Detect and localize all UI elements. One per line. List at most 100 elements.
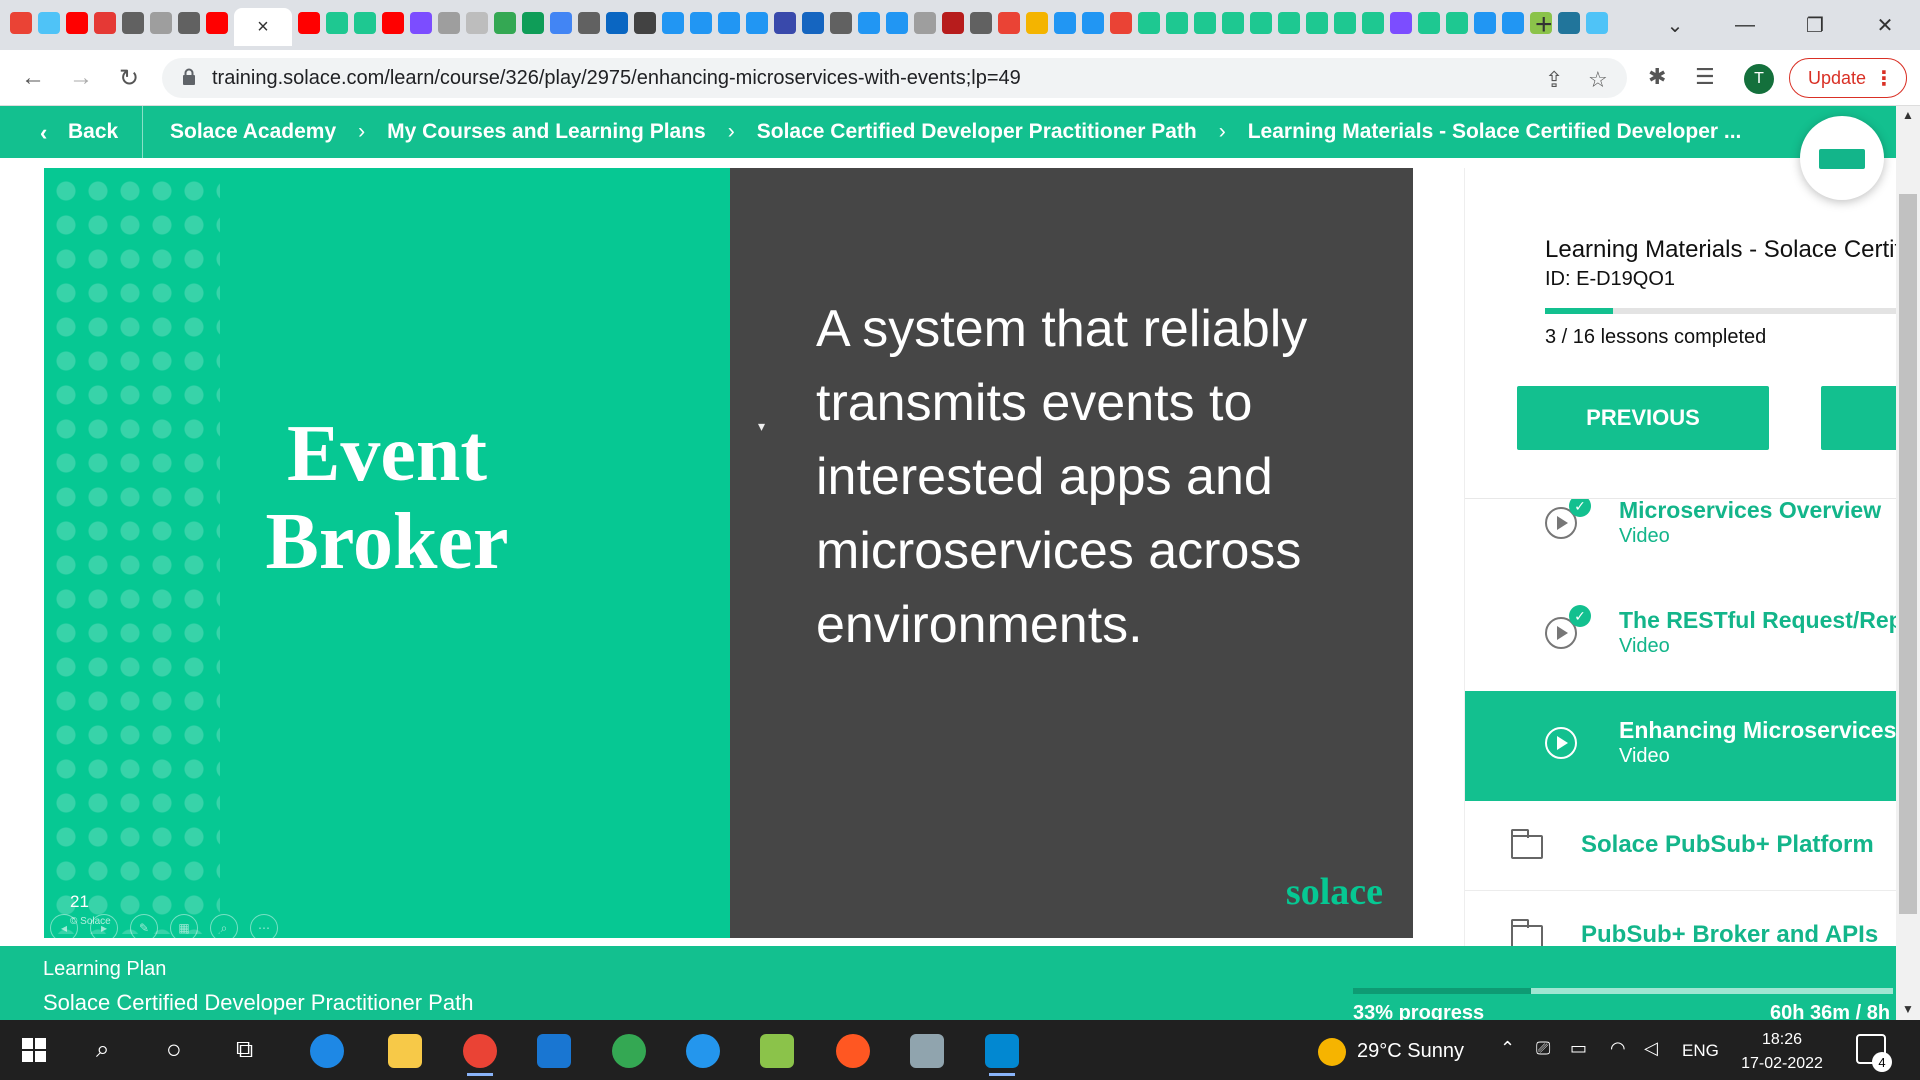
notes-icon[interactable]: [910, 1034, 944, 1068]
tab-favicon[interactable]: [746, 12, 768, 34]
tab-favicon[interactable]: [1222, 12, 1244, 34]
tab-favicon[interactable]: [410, 12, 432, 34]
previous-button[interactable]: PREVIOUS: [1517, 386, 1769, 450]
tab-favicon[interactable]: [914, 12, 936, 34]
restore-button[interactable]: ❐: [1780, 0, 1850, 50]
tab-favicon[interactable]: [1306, 12, 1328, 34]
tab-favicon[interactable]: [522, 12, 544, 34]
volume-icon[interactable]: ◁: [1644, 1038, 1658, 1059]
tab-favicon[interactable]: [382, 12, 404, 34]
tab-favicon[interactable]: [1110, 12, 1132, 34]
more-icon[interactable]: ⋯: [250, 914, 278, 938]
tab-favicon[interactable]: [550, 12, 572, 34]
sidebar-toggle-button[interactable]: [1800, 116, 1884, 200]
bookmark-star-icon[interactable]: ☆: [1588, 67, 1608, 93]
tab-favicon[interactable]: [326, 12, 348, 34]
tab-favicon[interactable]: [1054, 12, 1076, 34]
tab-search-icon[interactable]: ⌄: [1640, 0, 1710, 50]
active-tab[interactable]: ×: [234, 8, 292, 46]
scroll-up-icon[interactable]: ▲: [1902, 108, 1914, 122]
language-indicator[interactable]: ENG: [1682, 1041, 1719, 1061]
tab-favicon[interactable]: [578, 12, 600, 34]
edge-icon[interactable]: [310, 1034, 344, 1068]
chrome-profile-icon[interactable]: [612, 1034, 646, 1068]
extensions-icon[interactable]: ✱: [1648, 64, 1666, 90]
minimize-button[interactable]: —: [1710, 0, 1780, 50]
task-view-icon[interactable]: ⧉: [236, 1036, 253, 1064]
profile-avatar[interactable]: T: [1744, 64, 1774, 94]
tab-favicon[interactable]: [1502, 12, 1524, 34]
postman-icon[interactable]: [836, 1034, 870, 1068]
tab-favicon[interactable]: [150, 12, 172, 34]
back-button[interactable]: ‹ Back: [0, 106, 143, 158]
tab-favicon[interactable]: [1250, 12, 1272, 34]
app-icon[interactable]: [985, 1034, 1019, 1076]
tab-favicon[interactable]: [970, 12, 992, 34]
reading-list-icon[interactable]: ☰: [1695, 64, 1715, 90]
learning-plan-name[interactable]: Solace Certified Developer Practitioner …: [43, 990, 473, 1016]
next-slide-icon[interactable]: ▸: [90, 914, 118, 938]
docker-icon[interactable]: [686, 1034, 720, 1068]
tab-favicon[interactable]: [1138, 12, 1160, 34]
file-explorer-icon[interactable]: [388, 1034, 422, 1068]
close-window-button[interactable]: ✕: [1850, 0, 1920, 50]
tab-favicon[interactable]: [1194, 12, 1216, 34]
forward-arrow-icon[interactable]: →: [66, 63, 96, 93]
close-tab-icon[interactable]: ×: [257, 16, 269, 39]
reload-icon[interactable]: ↻: [114, 63, 144, 93]
tab-favicon[interactable]: [10, 12, 32, 34]
breadcrumb-item[interactable]: Solace Academy: [170, 120, 336, 144]
tab-favicon[interactable]: [1586, 12, 1608, 34]
wifi-icon[interactable]: ◠: [1610, 1038, 1626, 1059]
tab-favicon[interactable]: [466, 12, 488, 34]
url-text[interactable]: training.solace.com/learn/course/326/pla…: [212, 67, 1021, 90]
address-bar[interactable]: training.solace.com/learn/course/326/pla…: [162, 58, 1627, 98]
tab-favicon[interactable]: [1082, 12, 1104, 34]
new-tab-button[interactable]: +: [1535, 10, 1553, 40]
tab-favicon[interactable]: [1334, 12, 1356, 34]
zoom-icon[interactable]: ⌕: [210, 914, 238, 938]
lesson-item-active[interactable]: Enhancing Microservices with Events Vide…: [1465, 691, 1904, 801]
tab-favicon[interactable]: [830, 12, 852, 34]
tab-favicon[interactable]: [38, 12, 60, 34]
windows-start-icon[interactable]: [22, 1038, 46, 1062]
mail-icon[interactable]: [537, 1034, 571, 1068]
tab-favicon[interactable]: [998, 12, 1020, 34]
tab-favicon[interactable]: [206, 12, 228, 34]
cortana-icon[interactable]: ○: [166, 1034, 182, 1065]
folder-item[interactable]: Solace PubSub+ Platform: [1465, 801, 1904, 891]
search-icon[interactable]: ⌕: [96, 1036, 109, 1064]
tab-favicon[interactable]: [634, 12, 656, 34]
tab-favicon[interactable]: [774, 12, 796, 34]
tab-favicon[interactable]: [718, 12, 740, 34]
tab-favicon[interactable]: [354, 12, 376, 34]
back-arrow-icon[interactable]: ←: [18, 63, 48, 93]
prev-slide-icon[interactable]: ◂: [50, 914, 78, 938]
tab-favicon[interactable]: [438, 12, 460, 34]
tab-favicon[interactable]: [1026, 12, 1048, 34]
tab-favicon[interactable]: [122, 12, 144, 34]
share-icon[interactable]: ⇪: [1545, 67, 1563, 93]
lesson-item[interactable]: ✓ The RESTful Request/Reply Video: [1465, 581, 1904, 691]
breadcrumb-item[interactable]: Learning Materials - Solace Certified De…: [1248, 120, 1742, 144]
update-button[interactable]: Update ⋮: [1789, 58, 1907, 98]
breadcrumb-item[interactable]: My Courses and Learning Plans: [387, 120, 706, 144]
tab-favicon[interactable]: [662, 12, 684, 34]
scroll-down-icon[interactable]: ▼: [1902, 1002, 1914, 1016]
tab-favicon[interactable]: [298, 12, 320, 34]
tab-favicon[interactable]: [858, 12, 880, 34]
scrollbar-thumb[interactable]: [1899, 194, 1917, 914]
chrome-icon[interactable]: [463, 1034, 497, 1076]
tab-favicon[interactable]: [606, 12, 628, 34]
tab-favicon[interactable]: [1474, 12, 1496, 34]
tab-favicon[interactable]: [1362, 12, 1384, 34]
tab-favicon[interactable]: [1558, 12, 1580, 34]
tab-favicon[interactable]: [690, 12, 712, 34]
tab-favicon[interactable]: [1390, 12, 1412, 34]
tab-favicon[interactable]: [802, 12, 824, 34]
tab-favicon[interactable]: [494, 12, 516, 34]
weather-text[interactable]: 29°C Sunny: [1357, 1040, 1464, 1063]
meet-icon[interactable]: ⎚: [1536, 1038, 1550, 1059]
folder-item[interactable]: PubSub+ Broker and APIs: [1465, 891, 1904, 946]
tab-favicon[interactable]: [942, 12, 964, 34]
